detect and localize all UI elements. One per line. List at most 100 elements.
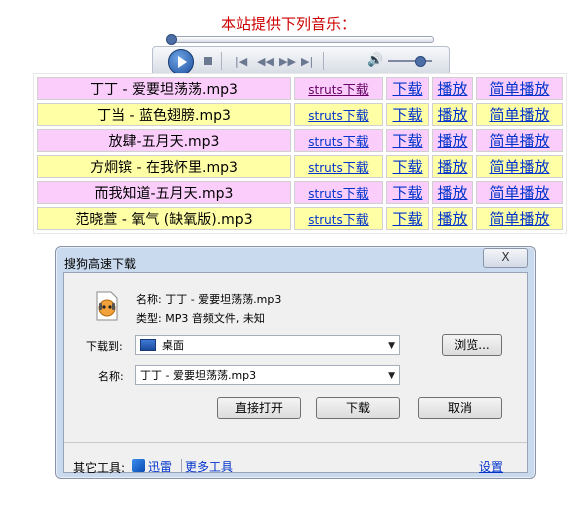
song-name: 丁当 - 蓝色翅膀.mp3 — [37, 103, 291, 126]
struts-download-cell: struts下载 — [294, 77, 383, 100]
file-name-row: 名称: 丁丁 - 爱要坦荡荡.mp3 — [136, 291, 281, 307]
cancel-button[interactable]: 取消 — [418, 397, 502, 419]
struts-suffix: 下载 — [342, 213, 369, 228]
name-field[interactable]: 丁丁 - 爱要坦荡荡.mp3 ▼ — [135, 365, 400, 385]
more-tools-link[interactable]: 更多工具 — [185, 458, 233, 475]
play-link[interactable]: 播放 — [437, 80, 467, 98]
play-cell: 播放 — [432, 181, 473, 204]
struts-download-link[interactable]: struts下载 — [308, 83, 368, 98]
media-player: |◀ ◀◀ ▶▶ ▶| 🔊 — [152, 46, 450, 76]
download-cell: 下载 — [386, 77, 429, 100]
simple-play-link[interactable]: 简单播放 — [489, 210, 549, 228]
chevron-down-icon[interactable]: ▼ — [388, 336, 395, 356]
volume-thumb[interactable] — [415, 56, 426, 67]
struts-download-cell: struts下载 — [294, 129, 383, 152]
dialog-body: 名称: 丁丁 - 爱要坦荡荡.mp3 类型: MP3 音频文件, 未知 下载到:… — [63, 272, 528, 475]
simple-play-cell: 简单播放 — [476, 155, 563, 178]
other-tools-label: 其它工具: — [73, 461, 126, 475]
play-link[interactable]: 播放 — [437, 106, 467, 124]
simple-play-link[interactable]: 简单播放 — [489, 80, 549, 98]
struts-download-cell: struts下载 — [294, 207, 383, 230]
struts-prefix: struts — [308, 83, 343, 97]
simple-play-link[interactable]: 简单播放 — [489, 158, 549, 176]
music-table: 丁丁 - 爱要坦荡荡.mp3 struts下载 下载 播放 简单播放 丁当 - 蓝色翅膀.… — [33, 73, 567, 234]
table-row: 而我知道-五月天.mp3 struts下载 下载 播放 简单播放 — [37, 181, 563, 204]
download-link[interactable]: 下载 — [392, 80, 422, 98]
song-name: 而我知道-五月天.mp3 — [37, 181, 291, 204]
previous-icon[interactable]: |◀ — [235, 56, 247, 68]
download-cell: 下载 — [386, 181, 429, 204]
play-link[interactable]: 播放 — [437, 158, 467, 176]
seek-bar[interactable] — [166, 34, 434, 45]
simple-play-link[interactable]: 简单播放 — [489, 106, 549, 124]
close-button[interactable]: X — [483, 248, 528, 268]
divider — [64, 442, 527, 443]
volume-icon[interactable]: 🔊 — [367, 53, 383, 68]
simple-play-link[interactable]: 简单播放 — [489, 132, 549, 150]
download-cell: 下载 — [386, 155, 429, 178]
struts-suffix: 下载 — [342, 135, 369, 150]
browse-button[interactable]: 浏览... — [442, 334, 502, 356]
download-dialog: 搜狗高速下载 X 名称: 丁丁 - 爱要坦荡荡.mp3 类型: MP3 音频文件… — [55, 246, 536, 479]
file-type-row: 类型: MP3 音频文件, 未知 — [136, 310, 265, 326]
link-separator — [181, 459, 182, 473]
open-directly-button[interactable]: 直接打开 — [217, 397, 301, 419]
play-link[interactable]: 播放 — [437, 132, 467, 150]
struts-suffix: 下载 — [342, 83, 369, 98]
player-separator — [221, 52, 222, 70]
next-icon[interactable]: ▶| — [301, 56, 313, 68]
mp3-file-icon — [96, 291, 118, 321]
song-name: 放肆-五月天.mp3 — [37, 129, 291, 152]
struts-download-link[interactable]: struts下载 — [308, 161, 368, 176]
play-link[interactable]: 播放 — [437, 184, 467, 202]
struts-suffix: 下载 — [342, 161, 369, 176]
table-row: 丁当 - 蓝色翅膀.mp3 struts下载 下载 播放 简单播放 — [37, 103, 563, 126]
play-cell: 播放 — [432, 155, 473, 178]
struts-download-link[interactable]: struts下载 — [308, 109, 368, 124]
simple-play-cell: 简单播放 — [476, 103, 563, 126]
table-row: 方炯镔 - 在我怀里.mp3 struts下载 下载 播放 简单播放 — [37, 155, 563, 178]
play-cell: 播放 — [432, 207, 473, 230]
desktop-icon — [140, 339, 156, 351]
play-link[interactable]: 播放 — [437, 210, 467, 228]
struts-download-cell: struts下载 — [294, 155, 383, 178]
play-cell: 播放 — [432, 103, 473, 126]
fast-forward-icon[interactable]: ▶▶ — [279, 56, 296, 68]
save-to-dropdown[interactable]: 桌面 ▼ — [135, 335, 400, 355]
simple-play-link[interactable]: 简单播放 — [489, 184, 549, 202]
settings-link[interactable]: 设置 — [479, 458, 503, 475]
table-row: 范晓萱 - 氧气 (缺氧版).mp3 struts下载 下载 播放 简单播放 — [37, 207, 563, 230]
download-link[interactable]: 下载 — [392, 158, 422, 176]
file-type-label: 类型: — [136, 312, 162, 325]
download-link[interactable]: 下载 — [392, 210, 422, 228]
table-row: 丁丁 - 爱要坦荡荡.mp3 struts下载 下载 播放 简单播放 — [37, 77, 563, 100]
play-icon[interactable] — [168, 49, 194, 75]
struts-download-cell: struts下载 — [294, 181, 383, 204]
stop-icon[interactable] — [204, 57, 212, 65]
xunlei-icon[interactable] — [132, 459, 145, 472]
seek-thumb[interactable] — [166, 34, 177, 45]
struts-suffix: 下载 — [342, 187, 369, 202]
dialog-title: 搜狗高速下载 — [64, 257, 137, 271]
download-link[interactable]: 下载 — [392, 184, 422, 202]
chevron-down-icon[interactable]: ▼ — [388, 366, 395, 386]
struts-prefix: struts — [308, 161, 343, 175]
page-title: 本站提供下列音乐： — [220, 15, 356, 33]
simple-play-cell: 简单播放 — [476, 77, 563, 100]
struts-prefix: struts — [308, 213, 343, 227]
struts-download-link[interactable]: struts下载 — [308, 187, 368, 202]
download-cell: 下载 — [386, 129, 429, 152]
table-row: 放肆-五月天.mp3 struts下载 下载 播放 简单播放 — [37, 129, 563, 152]
file-type: MP3 音频文件, 未知 — [165, 312, 265, 325]
rewind-icon[interactable]: ◀◀ — [257, 56, 274, 68]
name-value: 丁丁 - 爱要坦荡荡.mp3 — [140, 369, 257, 382]
download-button[interactable]: 下载 — [316, 397, 400, 419]
save-to-value: 桌面 — [162, 339, 184, 352]
simple-play-cell: 简单播放 — [476, 181, 563, 204]
struts-download-link[interactable]: struts下载 — [308, 135, 368, 150]
download-link[interactable]: 下载 — [392, 132, 422, 150]
file-name: 丁丁 - 爱要坦荡荡.mp3 — [165, 293, 282, 306]
xunlei-link[interactable]: 迅雷 — [148, 458, 172, 475]
download-link[interactable]: 下载 — [392, 106, 422, 124]
struts-download-link[interactable]: struts下载 — [308, 213, 368, 228]
